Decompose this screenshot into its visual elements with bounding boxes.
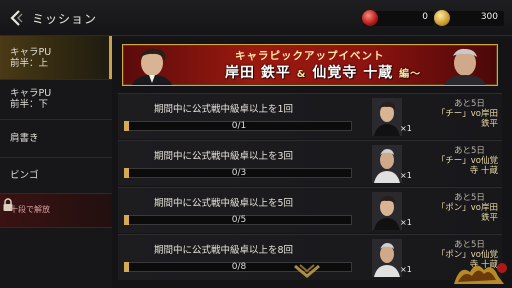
currency-gold-value: 300 bbox=[480, 12, 498, 22]
locked-label: 十段で解放 bbox=[10, 205, 50, 214]
sidebar-item-bingo[interactable]: ビンゴ bbox=[0, 158, 112, 194]
gold-coin-icon bbox=[434, 10, 450, 26]
reward-portrait-senkakuji bbox=[372, 145, 402, 183]
mission-description: 期間中に公式戦中級卓以上を5回 bbox=[154, 198, 294, 209]
sidebar-item-label: キャラPU 前半：上 bbox=[10, 47, 52, 69]
currency-red-value: 0 bbox=[422, 12, 428, 22]
mission-panel: キャラピックアップイベント 岸田 鉄平 & 仙覚寺 十蔵 編～ 期間中に公式戦中… bbox=[112, 36, 512, 288]
sidebar-item-label: キャラPU 前半：下 bbox=[10, 88, 52, 110]
sidebar-item-label: 肩書き bbox=[10, 133, 39, 144]
mission-progress-count: 0/1 bbox=[231, 121, 247, 131]
reward-quantity: ×1 bbox=[400, 124, 412, 133]
banner-name-2: 仙覚寺 十蔵 bbox=[312, 65, 394, 81]
mission-days-left: あと5日 bbox=[454, 240, 485, 250]
reward-quantity: ×1 bbox=[400, 218, 412, 227]
sidebar-item-label: ビンゴ bbox=[10, 170, 39, 181]
reward-portrait-senkakuji bbox=[372, 239, 402, 277]
reward-quantity: ×1 bbox=[400, 265, 412, 274]
sidebar-item-titles[interactable]: 肩書き bbox=[0, 120, 112, 158]
reward-portrait-kishida bbox=[372, 98, 402, 136]
mission-description: 期間中に公式戦中級卓以上を1回 bbox=[154, 104, 294, 115]
reward-name: 「ポン」vo岸田 鉄平 bbox=[436, 203, 498, 223]
page-title: ミッション bbox=[32, 12, 98, 26]
banner-title: キャラピックアップイベント bbox=[235, 50, 385, 62]
top-bar: ミッション 0 300 bbox=[0, 0, 512, 36]
character-portrait-senkakuji bbox=[443, 48, 487, 85]
banner-suffix: 編～ bbox=[399, 69, 422, 80]
mission-progress-bar: 0/3 bbox=[124, 168, 352, 178]
banner-amp: & bbox=[296, 69, 307, 80]
reward-portrait-kishida bbox=[372, 192, 402, 230]
mission-description: 期間中に公式戦中級卓以上を3回 bbox=[154, 151, 294, 162]
reward-name: 「チー」vo仙覚 寺 十蔵 bbox=[436, 156, 498, 176]
sidebar-item-chara-pu-first-lower[interactable]: キャラPU 前半：下 bbox=[0, 80, 112, 120]
mission-description: 期間中に公式戦中級卓以上を8回 bbox=[154, 245, 294, 256]
mission-row[interactable]: 期間中に公式戦中級卓以上を1回 0/1 ×1 あと5日 「チー」vo岸田 鉄平 bbox=[118, 93, 502, 139]
mission-row[interactable]: 期間中に公式戦中級卓以上を3回 0/3 ×1 あと5日 「チー」vo仙覚 寺 十… bbox=[118, 140, 502, 186]
sidebar-item-chara-pu-first-upper[interactable]: キャラPU 前半：上 bbox=[0, 36, 112, 80]
banner-name-1: 岸田 鉄平 bbox=[225, 65, 291, 81]
mission-row[interactable]: 期間中に公式戦中級卓以上を5回 0/5 ×1 あと5日 「ポン」vo岸田 鉄平 bbox=[118, 187, 502, 233]
mission-days-left: あと5日 bbox=[454, 193, 485, 203]
back-arrow-icon[interactable] bbox=[8, 9, 24, 27]
reward-quantity: ×1 bbox=[400, 171, 412, 180]
mission-progress-bar: 0/1 bbox=[124, 121, 352, 131]
mission-progress-count: 0/3 bbox=[231, 168, 247, 178]
game-logo-icon bbox=[454, 263, 507, 284]
event-banner[interactable]: キャラピックアップイベント 岸田 鉄平 & 仙覚寺 十蔵 編～ bbox=[122, 44, 498, 86]
mission-progress-bar: 0/5 bbox=[124, 215, 352, 225]
mission-days-left: あと5日 bbox=[454, 99, 485, 109]
sidebar-item-locked[interactable]: 十段で解放 bbox=[0, 194, 112, 228]
currency-red-display: 0 bbox=[362, 10, 434, 26]
mission-progress-count: 0/5 bbox=[231, 215, 247, 225]
reward-name: 「チー」vo岸田 鉄平 bbox=[436, 109, 498, 129]
scroll-down-chevron-icon[interactable] bbox=[292, 262, 322, 282]
banner-subtitle: 岸田 鉄平 & 仙覚寺 十蔵 編～ bbox=[225, 62, 421, 82]
mission-days-left: あと5日 bbox=[454, 146, 485, 156]
currency-gold-display: 300 bbox=[434, 10, 504, 26]
red-gem-icon bbox=[362, 10, 378, 26]
character-portrait-kishida bbox=[131, 48, 173, 85]
sidebar: キャラPU 前半：上 キャラPU 前半：下 肩書き ビンゴ 十段で解放 bbox=[0, 36, 112, 288]
